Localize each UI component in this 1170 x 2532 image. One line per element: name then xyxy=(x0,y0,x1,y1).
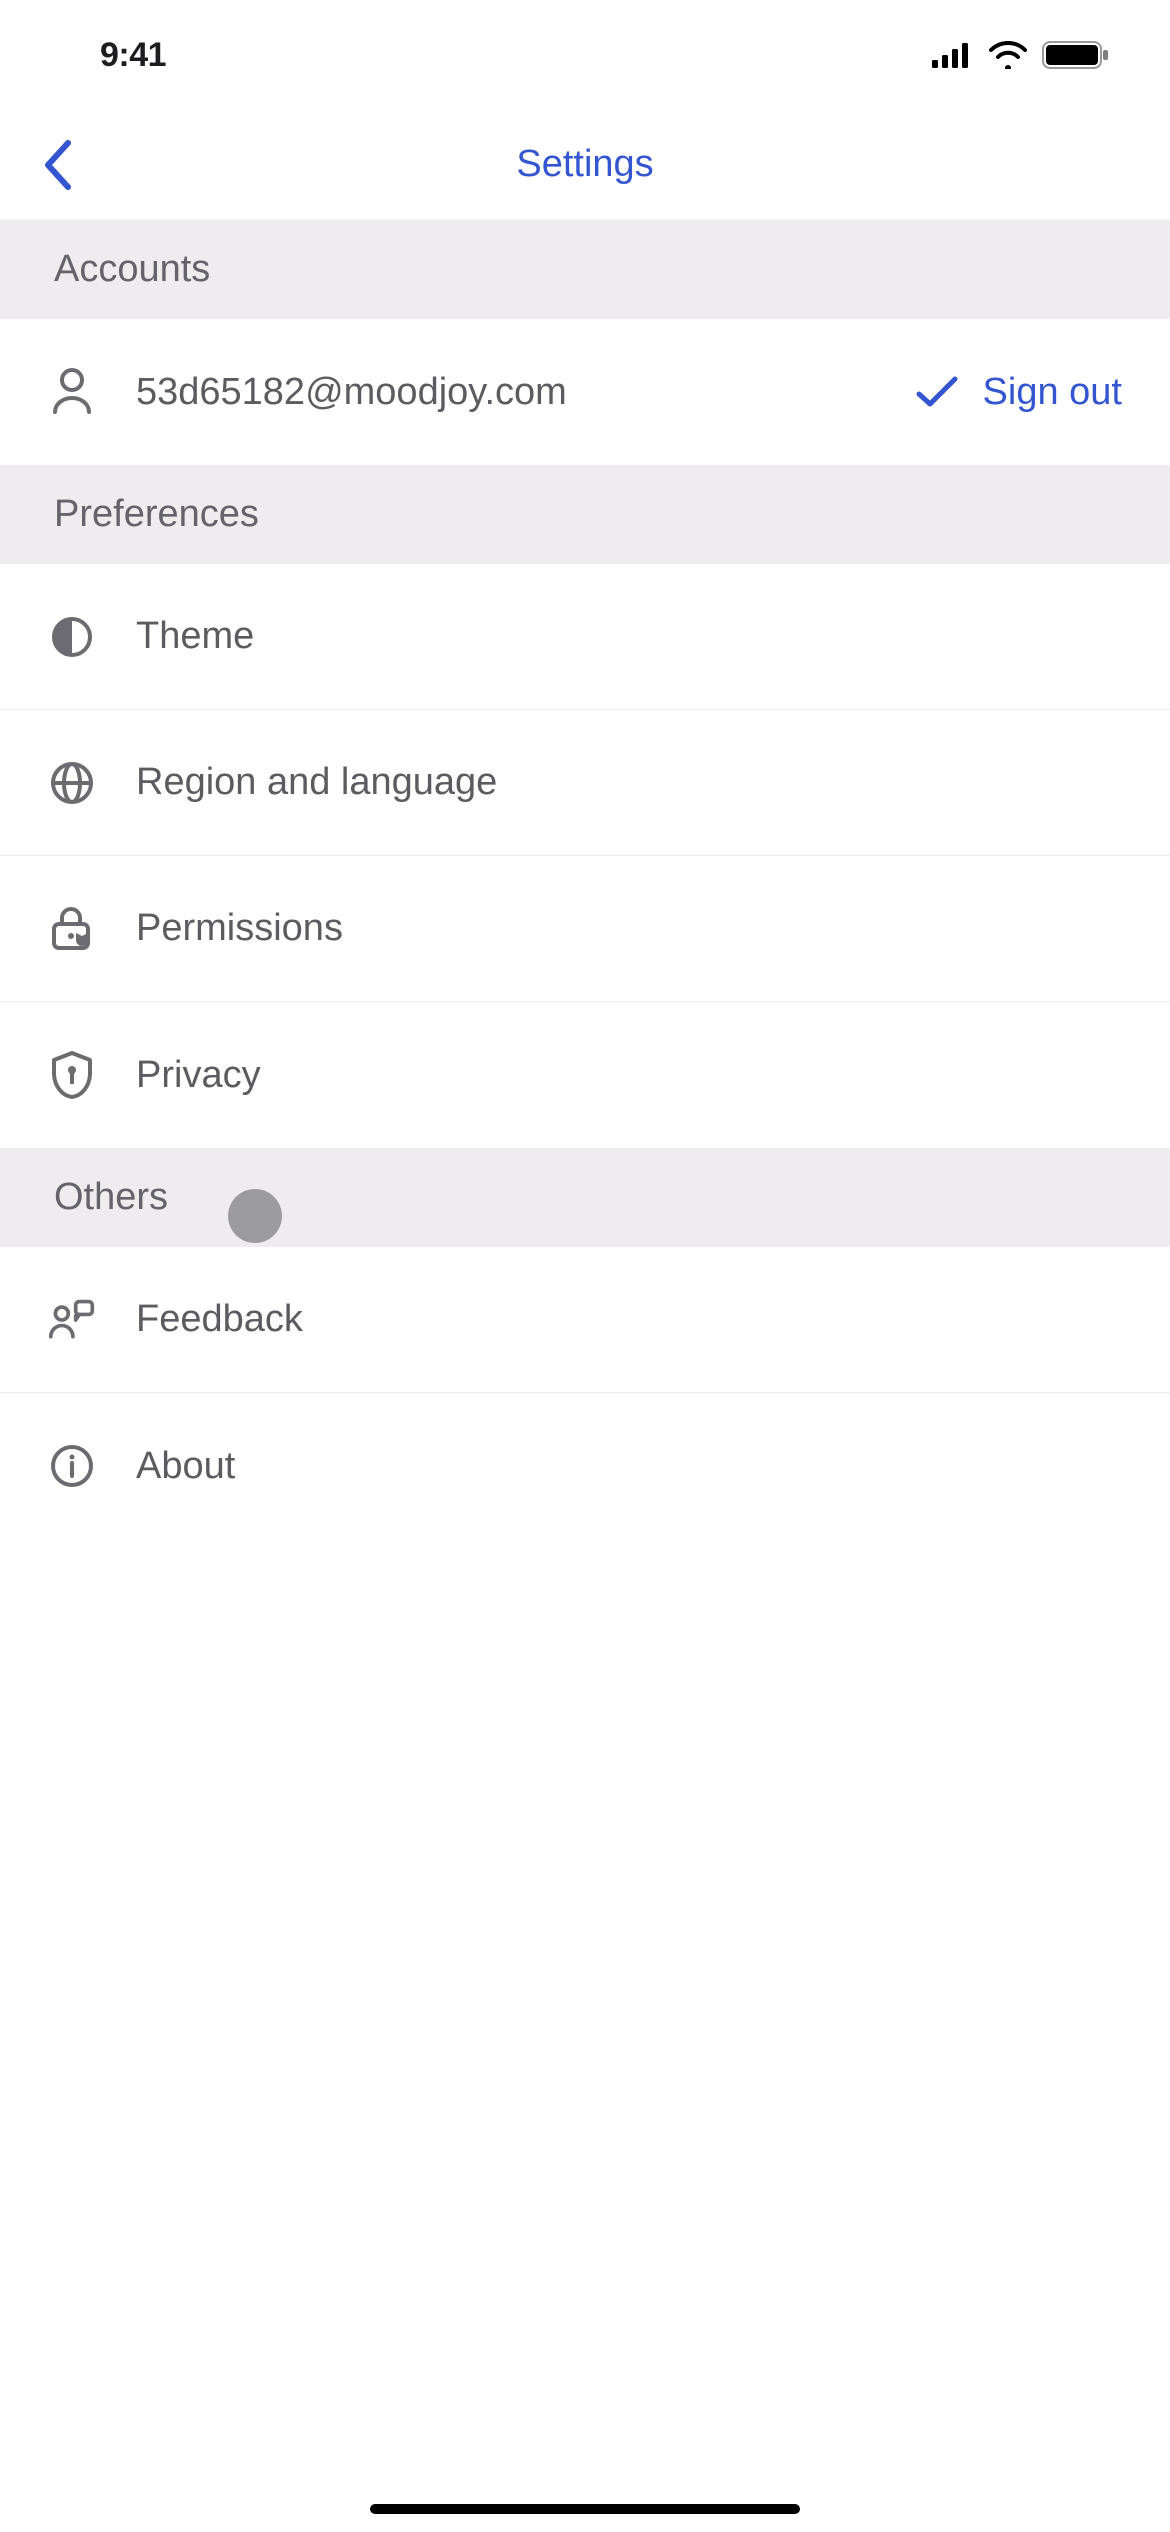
accounts-group: 53d65182@moodjoy.com Sign out xyxy=(0,319,1170,465)
row-label: Region and language xyxy=(136,761,1122,804)
battery-icon xyxy=(1042,40,1110,70)
section-header-others: Others xyxy=(0,1148,1170,1247)
info-icon xyxy=(48,1442,96,1490)
permissions-row[interactable]: Permissions xyxy=(0,856,1170,1002)
row-label: Feedback xyxy=(136,1298,1122,1341)
check-icon xyxy=(915,374,959,410)
about-row[interactable]: About xyxy=(0,1393,1170,1539)
sign-out-label: Sign out xyxy=(983,371,1122,414)
feedback-row[interactable]: Feedback xyxy=(0,1247,1170,1393)
account-row[interactable]: 53d65182@moodjoy.com Sign out xyxy=(0,319,1170,465)
privacy-row[interactable]: Privacy xyxy=(0,1002,1170,1148)
status-bar: 9:41 xyxy=(0,0,1170,110)
row-label: Permissions xyxy=(136,907,1122,950)
section-header-label: Accounts xyxy=(54,248,1116,291)
preferences-group: Theme Region and language xyxy=(0,564,1170,1148)
section-header-preferences: Preferences xyxy=(0,465,1170,564)
page-title: Settings xyxy=(516,143,653,186)
feedback-icon xyxy=(48,1296,96,1344)
account-email: 53d65182@moodjoy.com xyxy=(136,371,875,414)
others-group: Feedback About xyxy=(0,1247,1170,1539)
globe-icon xyxy=(48,759,96,807)
row-label: About xyxy=(136,1445,1122,1488)
row-label: Theme xyxy=(136,615,1122,658)
row-label: Privacy xyxy=(136,1054,1122,1097)
half-circle-icon xyxy=(48,613,96,661)
section-header-accounts: Accounts xyxy=(0,220,1170,319)
status-right xyxy=(932,40,1110,70)
home-indicator xyxy=(370,2504,800,2514)
section-header-label: Others xyxy=(54,1176,1116,1219)
status-time: 9:41 xyxy=(100,36,166,75)
theme-row[interactable]: Theme xyxy=(0,564,1170,710)
shield-key-icon xyxy=(48,1051,96,1099)
user-icon xyxy=(48,368,96,416)
cellular-icon xyxy=(932,42,974,68)
nav-bar: Settings xyxy=(0,110,1170,220)
region-language-row[interactable]: Region and language xyxy=(0,710,1170,856)
wifi-icon xyxy=(988,41,1028,69)
chevron-left-icon xyxy=(40,137,76,193)
section-header-label: Preferences xyxy=(54,493,1116,536)
sign-out-button[interactable]: Sign out xyxy=(915,371,1122,414)
back-button[interactable] xyxy=(28,135,88,195)
lock-shield-icon xyxy=(48,905,96,953)
